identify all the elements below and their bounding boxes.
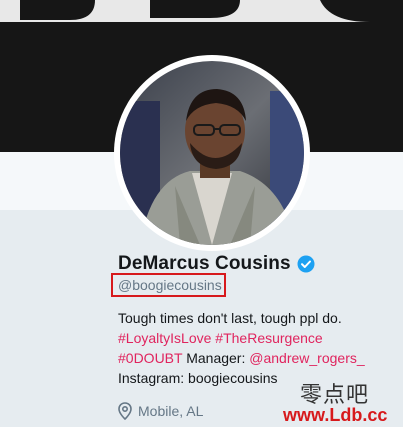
location-text: Mobile, AL [138, 403, 204, 419]
location-row: Mobile, AL [118, 401, 203, 421]
display-name[interactable]: DeMarcus Cousins [118, 253, 291, 275]
manager-mention-link[interactable]: @andrew_rogers_ [249, 350, 364, 366]
profile-handle[interactable]: @boogiecousins [118, 277, 222, 293]
hashtag-link[interactable]: #0DOUBT [118, 350, 182, 366]
avatar[interactable] [120, 61, 304, 245]
manager-label: Manager: [186, 350, 246, 366]
location-pin-icon [118, 402, 132, 420]
hashtag-link[interactable]: #TheResurgence [215, 330, 322, 346]
watermark-url: www.Ldb.cc [283, 405, 388, 425]
avatar-photo [120, 61, 304, 245]
bio-line-2: #LoyaltyIsLove #TheResurgence [118, 328, 388, 348]
hashtag-link[interactable]: #LoyaltyIsLove [118, 330, 211, 346]
profile-bio: Tough times don't last, tough ppl do. #L… [118, 308, 388, 388]
verified-badge-icon [297, 255, 315, 273]
bio-line-1: Tough times don't last, tough ppl do. [118, 310, 342, 326]
bio-line-3: #0DOUBT Manager: @andrew_rogers_ [118, 348, 388, 368]
